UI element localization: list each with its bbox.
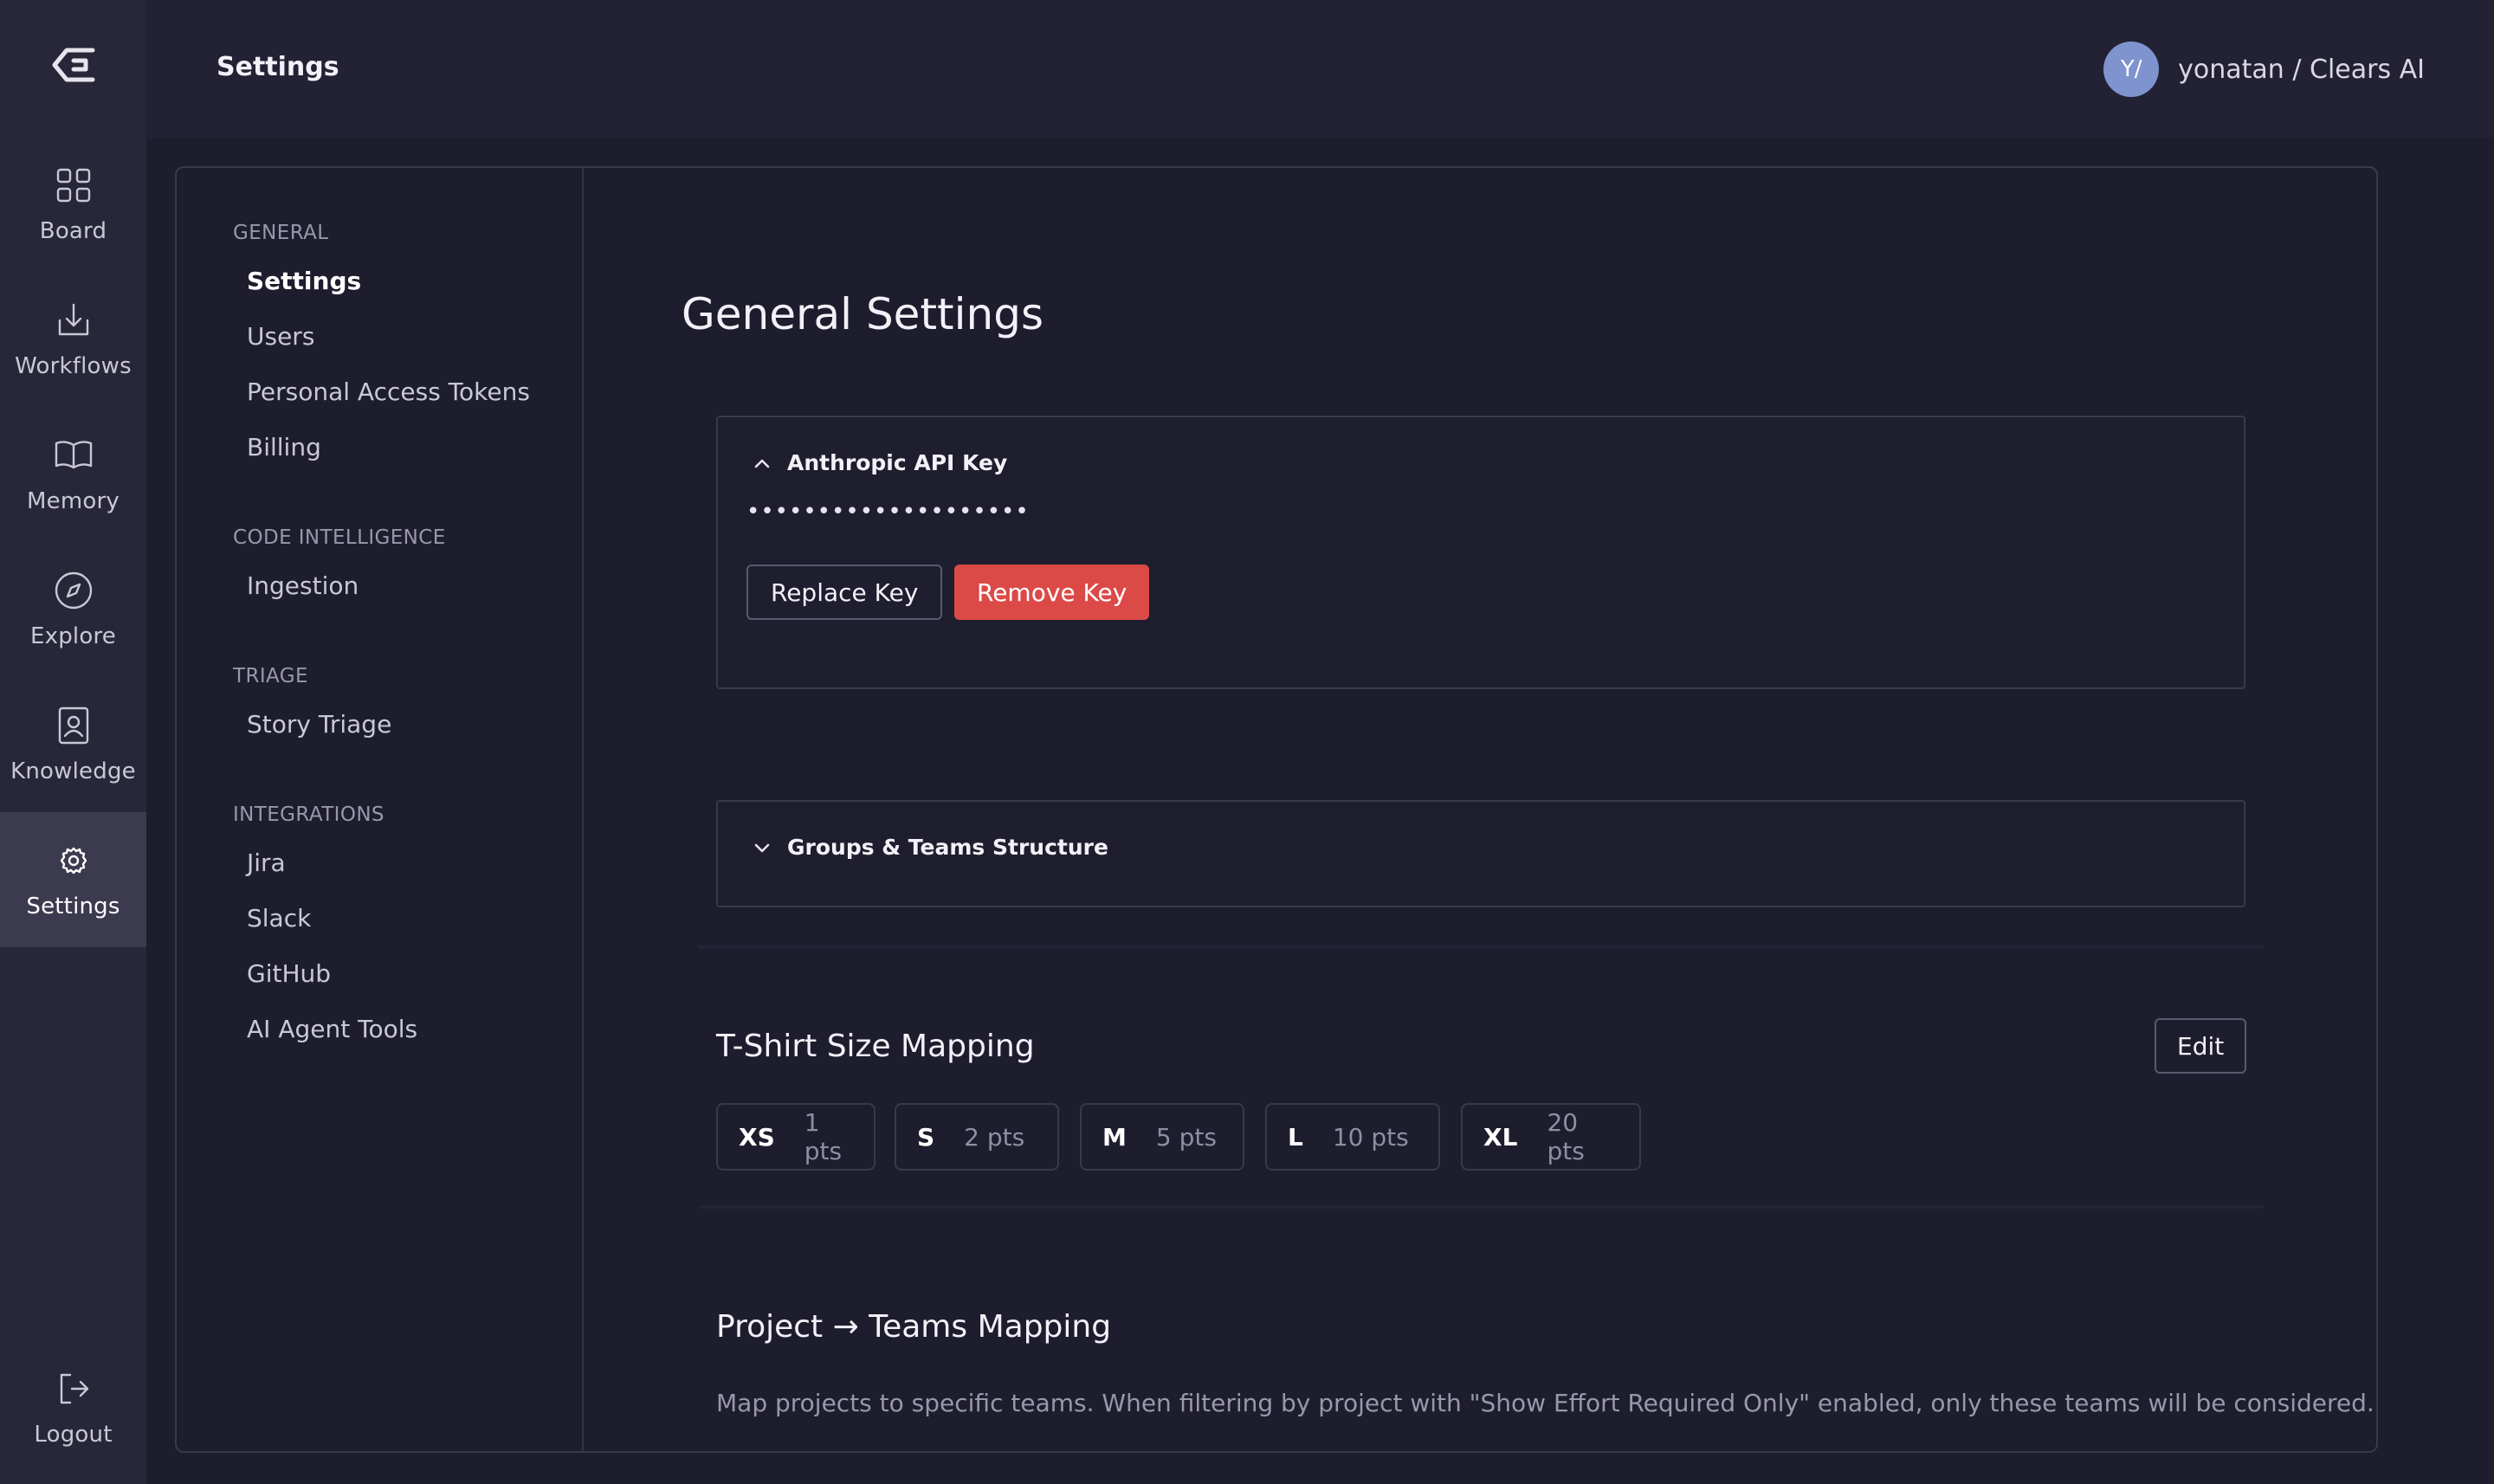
size-label: XL — [1483, 1122, 1518, 1152]
size-chip-xs: XS 1 pts — [716, 1103, 875, 1171]
avatar: Y/ — [2103, 42, 2160, 97]
page-header-title: Settings — [216, 52, 339, 82]
nav-item-ingestion[interactable]: Ingestion — [247, 571, 359, 600]
workflow-icon — [58, 303, 88, 336]
grid-icon — [56, 168, 90, 203]
icon-rail: Board Workflows Memory Explore Knowledge — [0, 0, 146, 1484]
rail-item-memory[interactable]: Memory — [0, 407, 146, 542]
groups-teams-card: Groups & Teams Structure — [716, 800, 2245, 907]
nav-section-general: GENERAL — [233, 222, 329, 244]
book-icon — [55, 441, 92, 469]
settings-nav: GENERAL Settings Users Personal Access T… — [177, 168, 584, 1451]
size-points: 5 pts — [1155, 1122, 1217, 1152]
settings-panel: GENERAL Settings Users Personal Access T… — [175, 166, 2378, 1453]
nav-item-personal-access-tokens[interactable]: Personal Access Tokens — [247, 377, 530, 406]
size-points: 20 pts — [1547, 1108, 1585, 1165]
rail-item-label: Memory — [27, 488, 120, 514]
rail-item-board[interactable]: Board — [0, 137, 146, 272]
chevron-down-icon — [754, 843, 770, 852]
rail-item-label: Settings — [26, 894, 120, 919]
rail-item-settings[interactable]: Settings — [0, 812, 146, 947]
nav-item-settings[interactable]: Settings — [247, 267, 361, 295]
replace-key-button[interactable]: Replace Key — [746, 565, 943, 620]
rail-item-knowledge[interactable]: Knowledge — [0, 677, 146, 812]
section-divider — [698, 945, 2264, 949]
compass-icon — [55, 571, 92, 610]
rail-item-label: Knowledge — [10, 758, 136, 784]
gear-icon — [60, 847, 87, 874]
size-points: 1 pts — [804, 1108, 843, 1165]
nav-item-users[interactable]: Users — [247, 322, 314, 351]
size-chip-xl: XL 20 pts — [1461, 1103, 1641, 1171]
rail-item-label: Explore — [30, 623, 116, 649]
size-points: 10 pts — [1332, 1122, 1409, 1152]
settings-content: General Settings Anthropic API Key •••••… — [585, 168, 2376, 1451]
nav-item-ai-agent-tools[interactable]: AI Agent Tools — [247, 1015, 417, 1043]
api-key-masked-value: •••••••••••••••••••• — [746, 499, 1030, 525]
nav-section-integrations: INTEGRATIONS — [233, 803, 384, 826]
rail-item-label: Logout — [34, 1422, 113, 1448]
nav-item-github[interactable]: GitHub — [247, 959, 331, 988]
rail-item-label: Board — [39, 218, 107, 244]
nav-section-code-intelligence: CODE INTELLIGENCE — [233, 526, 446, 549]
contact-book-icon — [58, 707, 88, 745]
nav-item-story-triage[interactable]: Story Triage — [247, 710, 391, 739]
tshirt-edit-button[interactable]: Edit — [2155, 1018, 2247, 1074]
size-label: XS — [739, 1122, 775, 1152]
top-header: Settings Y/ yonatan / Clears AI — [146, 0, 2494, 139]
nav-section-triage: TRIAGE — [233, 665, 308, 687]
logo-icon — [52, 48, 94, 82]
nav-item-billing[interactable]: Billing — [247, 433, 321, 461]
size-chip-s: S 2 pts — [895, 1103, 1059, 1171]
user-menu[interactable]: Y/ yonatan / Clears AI — [2103, 42, 2425, 97]
chevron-up-icon — [754, 459, 770, 468]
rail-item-workflows[interactable]: Workflows — [0, 272, 146, 407]
rail-item-label: Workflows — [15, 353, 132, 379]
rail-item-logout[interactable]: Logout — [0, 1340, 146, 1475]
size-chip-l: L 10 pts — [1265, 1103, 1440, 1171]
size-label: L — [1288, 1122, 1303, 1152]
logout-icon — [60, 1373, 88, 1404]
section-divider — [698, 1205, 2264, 1209]
size-chip-m: M 5 pts — [1080, 1103, 1244, 1171]
api-key-card: Anthropic API Key •••••••••••••••••••• R… — [716, 416, 2245, 689]
remove-key-button[interactable]: Remove Key — [954, 565, 1150, 620]
api-key-title: Anthropic API Key — [787, 450, 1008, 475]
app-logo[interactable] — [0, 35, 146, 95]
nav-item-jira[interactable]: Jira — [247, 848, 286, 877]
size-label: S — [917, 1122, 935, 1152]
api-key-toggle[interactable]: Anthropic API Key — [751, 450, 1007, 475]
rail-item-explore[interactable]: Explore — [0, 542, 146, 677]
page-title: General Settings — [682, 289, 1044, 339]
groups-teams-toggle[interactable]: Groups & Teams Structure — [751, 835, 1108, 860]
nav-item-slack[interactable]: Slack — [247, 904, 311, 932]
size-label: M — [1102, 1122, 1127, 1152]
size-points: 2 pts — [964, 1122, 1025, 1152]
project-teams-title: Project → Teams Mapping — [716, 1309, 1112, 1345]
project-teams-description: Map projects to specific teams. When fil… — [716, 1389, 2374, 1417]
user-org-label: yonatan / Clears AI — [2178, 54, 2425, 85]
tshirt-section-title: T-Shirt Size Mapping — [716, 1029, 1035, 1064]
groups-teams-title: Groups & Teams Structure — [787, 835, 1108, 860]
